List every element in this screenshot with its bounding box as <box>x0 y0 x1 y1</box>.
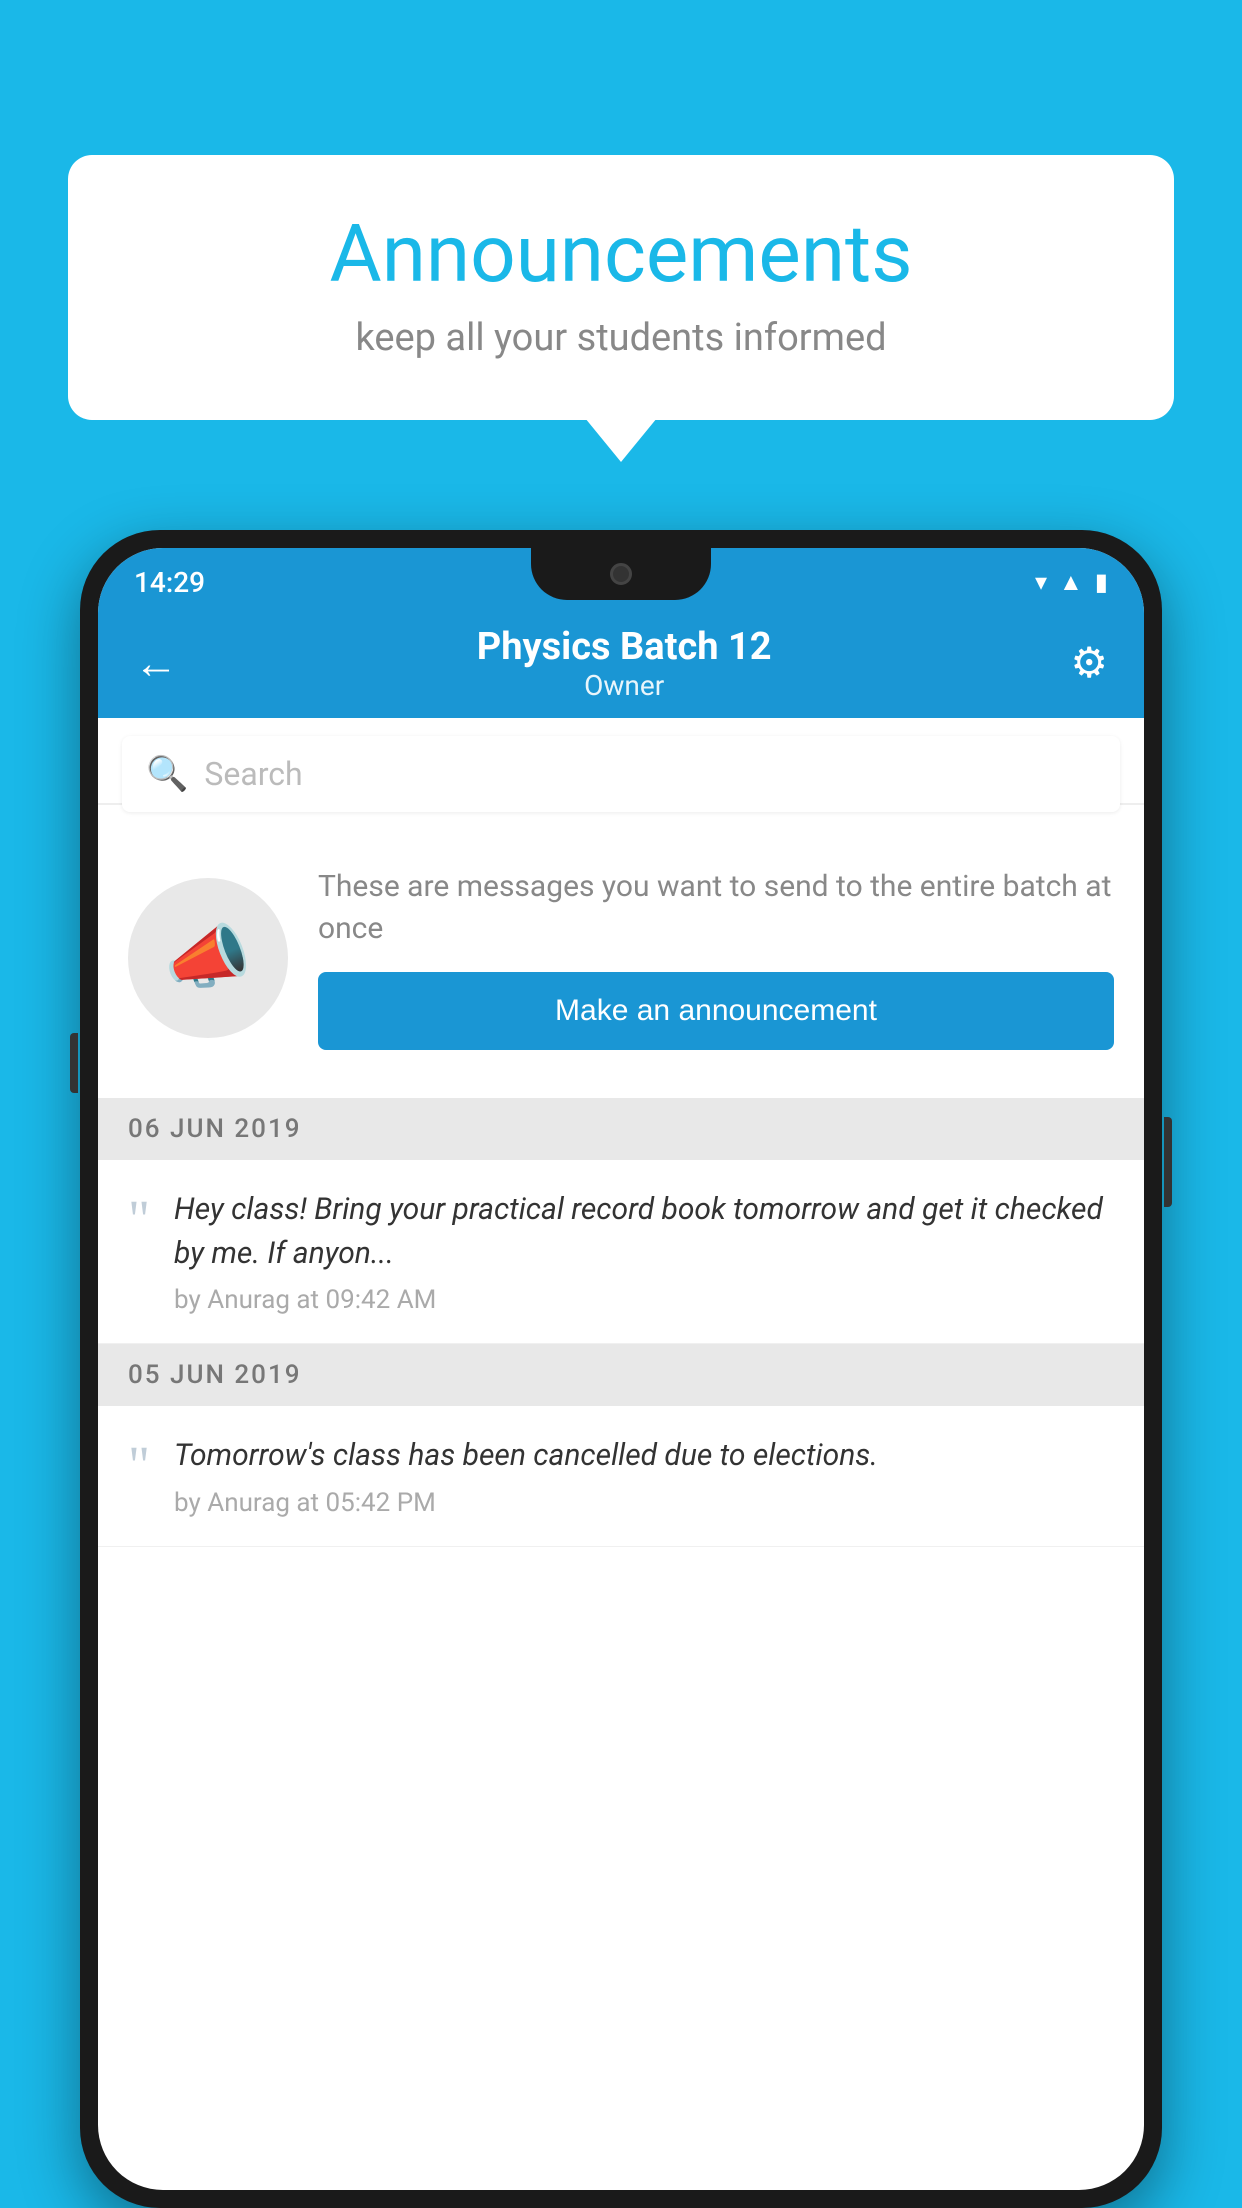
speech-bubble: Announcements keep all your students inf… <box>68 155 1174 420</box>
search-placeholder: Search <box>204 755 302 793</box>
content-area: 🔍 Search 📣 These are messages you want t… <box>98 718 1144 2190</box>
quote-icon-2: " <box>128 1438 150 1492</box>
search-icon: 🔍 <box>146 754 188 794</box>
promo-description: These are messages you want to send to t… <box>318 866 1114 950</box>
phone-screen: 14:29 ▾ ▲ ▮ ← Physics Batch 12 Owner ⚙ <box>98 548 1144 2190</box>
search-bar[interactable]: 🔍 Search <box>122 736 1120 812</box>
status-icons: ▾ ▲ ▮ <box>1035 568 1108 597</box>
volume-button <box>70 1033 78 1093</box>
top-bar: ← Physics Batch 12 Owner ⚙ <box>98 608 1144 718</box>
front-camera <box>610 563 632 585</box>
announcement-text-1: Hey class! Bring your practical record b… <box>174 1188 1114 1315</box>
status-time: 14:29 <box>134 566 205 599</box>
battery-icon: ▮ <box>1095 568 1108 596</box>
announcement-message-1: Hey class! Bring your practical record b… <box>174 1188 1114 1275</box>
phone-outer: 14:29 ▾ ▲ ▮ ← Physics Batch 12 Owner ⚙ <box>80 530 1162 2208</box>
announcement-by-1: by Anurag at 09:42 AM <box>174 1285 1114 1315</box>
promo-content: These are messages you want to send to t… <box>318 866 1114 1050</box>
announcement-item-1[interactable]: " Hey class! Bring your practical record… <box>98 1160 1144 1344</box>
megaphone-icon: 📣 <box>164 917 251 999</box>
quote-icon-1: " <box>128 1192 150 1246</box>
phone-container: 14:29 ▾ ▲ ▮ ← Physics Batch 12 Owner ⚙ <box>80 530 1162 2208</box>
announcement-message-2: Tomorrow's class has been cancelled due … <box>174 1434 1114 1478</box>
speech-bubble-subtitle: keep all your students informed <box>128 316 1114 360</box>
date-divider-2: 05 JUN 2019 <box>98 1344 1144 1406</box>
promo-card: 📣 These are messages you want to send to… <box>98 830 1144 1086</box>
signal-icon: ▲ <box>1059 568 1083 597</box>
speech-bubble-container: Announcements keep all your students inf… <box>68 155 1174 420</box>
top-bar-title-group: Physics Batch 12 Owner <box>477 625 772 702</box>
announcement-text-2: Tomorrow's class has been cancelled due … <box>174 1434 1114 1518</box>
settings-icon[interactable]: ⚙ <box>1070 638 1108 688</box>
user-role: Owner <box>477 669 772 702</box>
wifi-icon: ▾ <box>1035 568 1047 596</box>
make-announcement-button[interactable]: Make an announcement <box>318 972 1114 1050</box>
power-button <box>1164 1117 1172 1207</box>
announcement-item-2[interactable]: " Tomorrow's class has been cancelled du… <box>98 1406 1144 1547</box>
phone-notch <box>531 548 711 600</box>
megaphone-circle: 📣 <box>128 878 288 1038</box>
batch-title: Physics Batch 12 <box>477 625 772 669</box>
back-button[interactable]: ← <box>134 637 178 689</box>
speech-bubble-title: Announcements <box>128 210 1114 298</box>
date-divider-1: 06 JUN 2019 <box>98 1098 1144 1160</box>
announcement-by-2: by Anurag at 05:42 PM <box>174 1488 1114 1518</box>
